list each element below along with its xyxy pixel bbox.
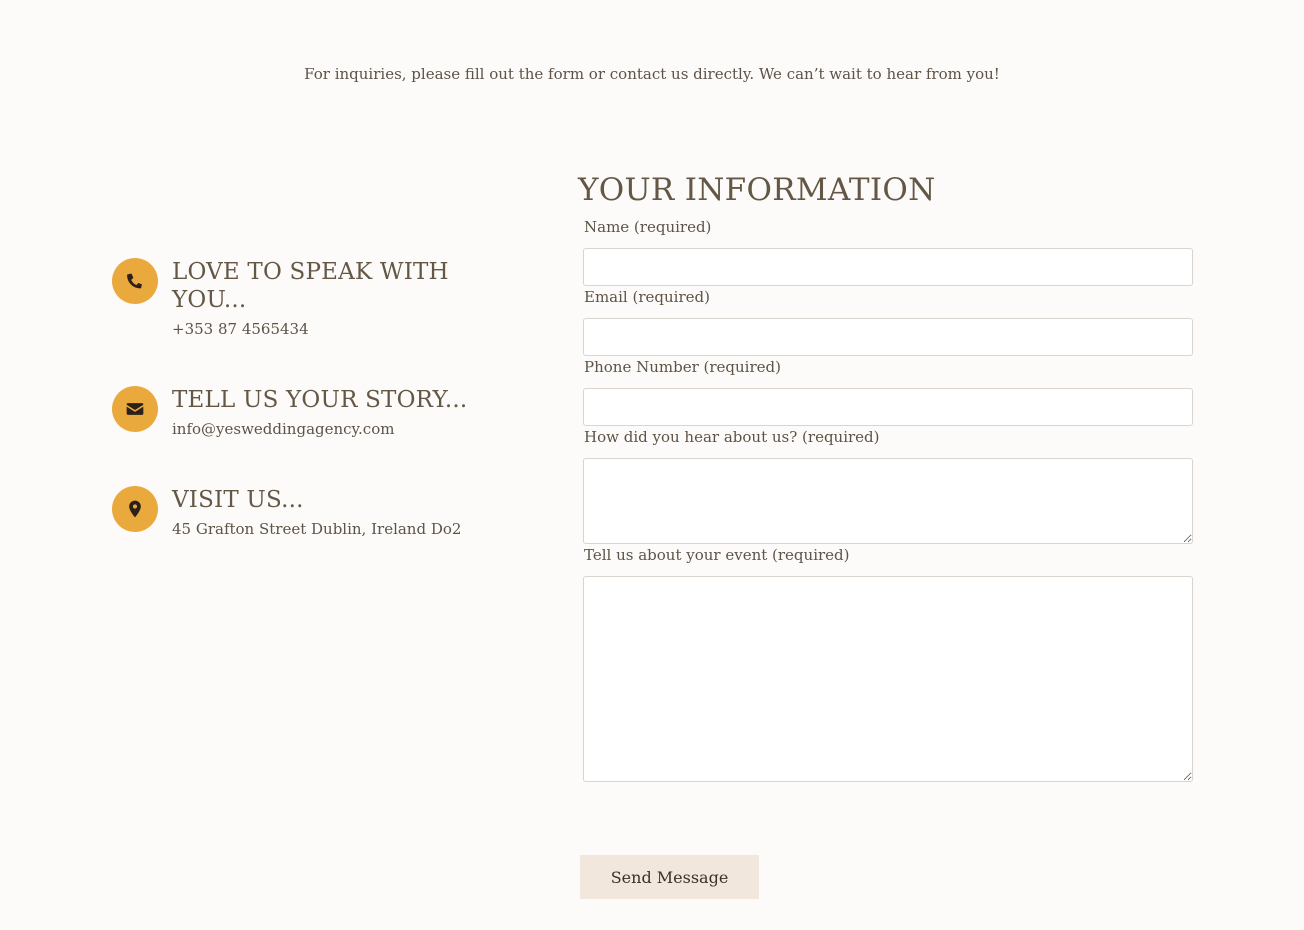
name-input[interactable] <box>583 248 1193 286</box>
phone-number[interactable]: +353 87 4565434 <box>172 320 492 338</box>
envelope-icon <box>112 386 158 432</box>
name-label: Name (required) <box>584 218 712 236</box>
referral-textarea[interactable] <box>583 458 1193 544</box>
map-pin-icon <box>112 486 158 532</box>
phone-icon <box>112 258 158 304</box>
contact-heading: TELL US YOUR STORY... <box>172 387 468 413</box>
email-label: Email (required) <box>584 288 710 306</box>
event-textarea[interactable] <box>583 576 1193 782</box>
contact-heading: VISIT US... <box>172 487 304 513</box>
phone-input[interactable] <box>583 388 1193 426</box>
contact-heading: LOVE TO SPEAK WITH YOU... <box>172 259 449 313</box>
email-address[interactable]: info@yesweddingagency.com <box>172 420 492 438</box>
referral-label: How did you hear about us? (required) <box>584 428 880 446</box>
intro-text: For inquiries, please fill out the form … <box>304 65 1000 83</box>
street-address: 45 Grafton Street Dublin, Ireland Do2 <box>172 520 462 538</box>
email-input[interactable] <box>583 318 1193 356</box>
phone-label: Phone Number (required) <box>584 358 781 376</box>
form-title: YOUR INFORMATION <box>578 172 936 208</box>
event-label: Tell us about your event (required) <box>584 546 850 564</box>
send-message-button[interactable]: Send Message <box>580 855 759 899</box>
